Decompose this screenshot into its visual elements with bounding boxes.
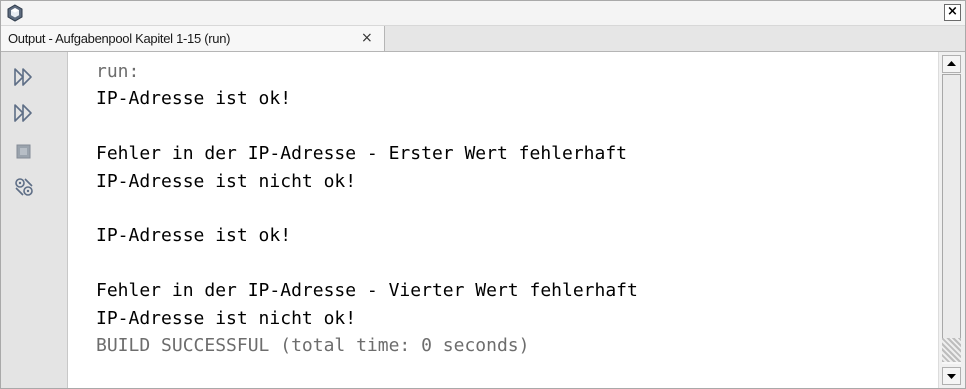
- output-toolbar: [1, 52, 68, 388]
- output-line: [96, 195, 638, 222]
- scroll-down-button[interactable]: [942, 367, 961, 385]
- output-line: [96, 113, 638, 140]
- rerun-icon[interactable]: [11, 64, 37, 90]
- output-line: IP-Adresse ist nicht ok!: [96, 307, 357, 329]
- tab-bar: Output - Aufgabenpool Kapitel 1-15 (run)…: [1, 26, 965, 52]
- tab-label: Output - Aufgabenpool Kapitel 1-15 (run): [8, 31, 231, 46]
- output-line: Fehler in der IP-Adresse - Vierter Wert …: [96, 280, 638, 302]
- stop-icon[interactable]: [11, 139, 37, 165]
- window-close-button[interactable]: ×: [944, 4, 961, 21]
- vertical-scrollbar[interactable]: [938, 52, 965, 388]
- output-line: run:: [96, 61, 140, 82]
- arrow-up-icon: [947, 61, 956, 66]
- output-line: IP-Adresse ist nicht ok!: [96, 170, 357, 192]
- scroll-thumb-grip[interactable]: [942, 338, 961, 362]
- netbeans-cube-icon: [6, 4, 24, 22]
- output-lines: run: IP-Adresse ist ok! Fehler in der IP-A…: [96, 58, 638, 359]
- output-line: IP-Adresse ist ok!: [96, 88, 292, 110]
- output-window: × Output - Aufgabenpool Kapitel 1-15 (ru…: [0, 0, 966, 389]
- output-line: BUILD SUCCESSFUL (total time: 0 seconds): [96, 334, 530, 356]
- output-console[interactable]: run: IP-Adresse ist ok! Fehler in der IP-A…: [68, 52, 938, 388]
- output-line: [96, 250, 638, 277]
- rerun-with-options-icon[interactable]: [11, 100, 37, 126]
- arrow-down-icon: [947, 374, 956, 379]
- scroll-up-button[interactable]: [942, 55, 961, 73]
- settings-icon[interactable]: [11, 174, 37, 200]
- tab-close-icon[interactable]: ×: [361, 30, 373, 46]
- output-line: Fehler in der IP-Adresse - Erster Wert f…: [96, 143, 628, 165]
- title-bar: ×: [1, 1, 965, 26]
- output-line: IP-Adresse ist ok!: [96, 225, 292, 247]
- scroll-thumb[interactable]: [942, 74, 961, 342]
- tab-output[interactable]: Output - Aufgabenpool Kapitel 1-15 (run)…: [1, 26, 385, 51]
